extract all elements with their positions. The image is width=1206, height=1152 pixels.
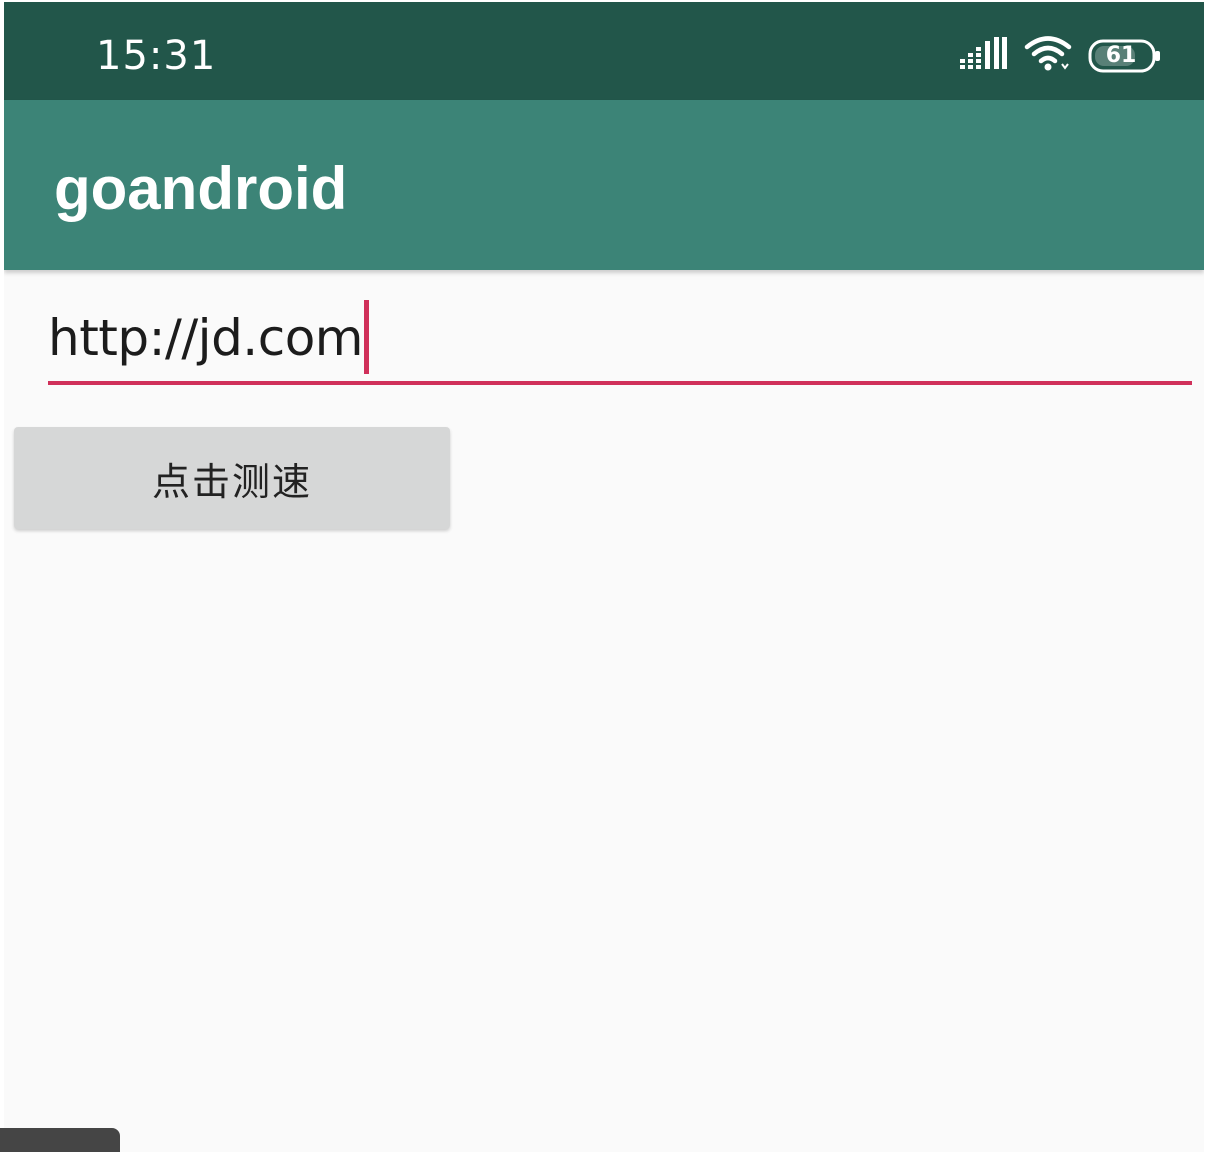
text-caret	[363, 300, 369, 374]
wifi-icon	[1024, 34, 1072, 78]
bottom-toolbar-tab	[0, 1128, 120, 1152]
app-screen: 15:31 61 goandroid http://jd.com 点击测速	[4, 2, 1204, 1152]
url-input-field[interactable]: http://jd.com	[48, 300, 1192, 386]
app-bar: goandroid	[4, 100, 1204, 270]
url-input-content[interactable]: http://jd.com	[48, 300, 369, 380]
battery-icon: 61	[1088, 39, 1162, 73]
status-time: 15:31	[96, 33, 217, 79]
url-input-text[interactable]: http://jd.com	[48, 300, 363, 376]
url-input-underline	[48, 381, 1192, 385]
status-icons: 61	[960, 36, 1162, 76]
speed-test-button[interactable]: 点击测速	[14, 427, 450, 529]
status-bar: 15:31 61	[4, 2, 1204, 100]
cellular-signal-icon	[960, 37, 1008, 75]
battery-level-text: 61	[1105, 43, 1137, 68]
app-title: goandroid	[54, 155, 348, 222]
